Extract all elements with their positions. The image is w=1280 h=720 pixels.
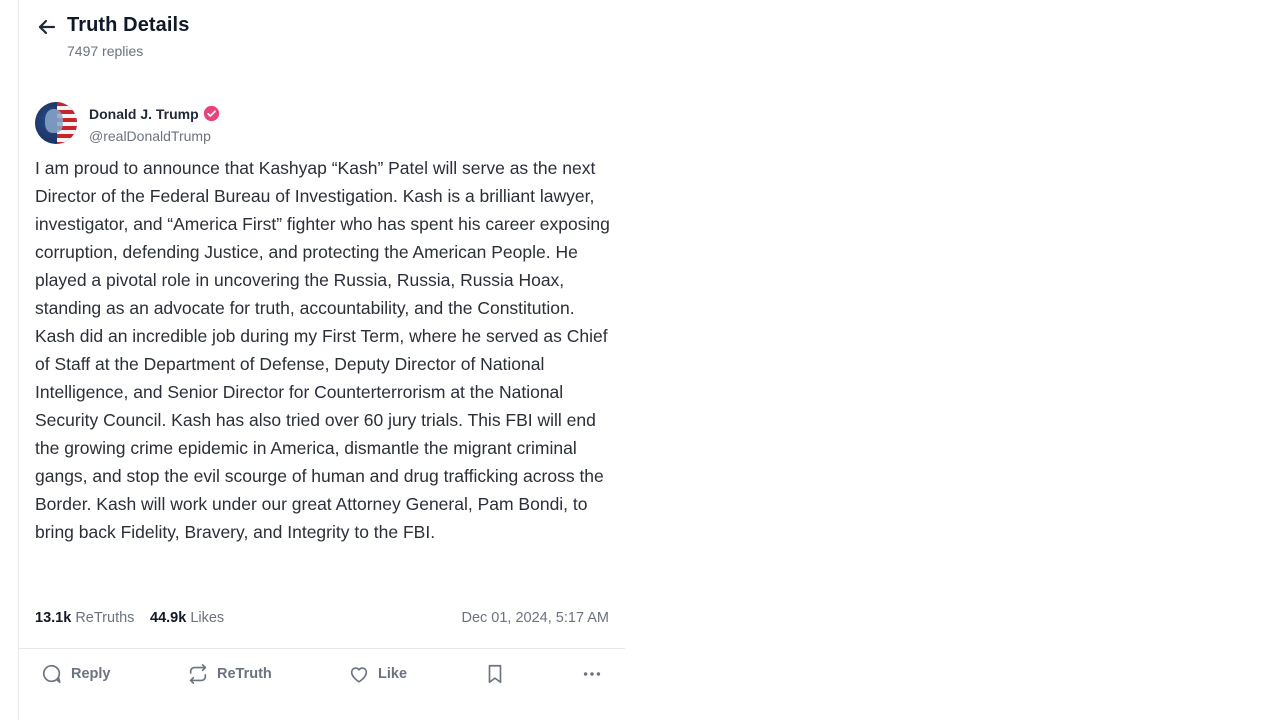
post-timestamp: Dec 01, 2024, 5:17 AM <box>461 610 609 626</box>
likes-count: 44.9k <box>150 610 187 626</box>
reply-button[interactable]: Reply <box>41 662 111 686</box>
post-body: I am proud to announce that Kashyap “Kas… <box>35 158 610 542</box>
post-actions-bar: Reply ReTruth Like <box>19 650 625 698</box>
back-button[interactable] <box>35 15 59 39</box>
avatar-portrait <box>45 109 63 133</box>
bookmark-button[interactable] <box>484 662 506 686</box>
retruths-count: 13.1k <box>35 610 72 626</box>
arrow-left-icon <box>35 15 59 39</box>
more-button[interactable] <box>581 662 603 686</box>
divider <box>19 648 625 649</box>
retruth-label: ReTruth <box>217 666 272 682</box>
retruths-stat[interactable]: 13.1k ReTruths <box>35 610 134 626</box>
post-stats: 13.1k ReTruths 44.9k Likes Dec 01, 2024,… <box>35 610 609 632</box>
avatar[interactable] <box>35 102 77 144</box>
retruths-label: ReTruths <box>75 610 135 626</box>
reply-label: Reply <box>71 666 111 682</box>
heart-icon <box>348 663 378 685</box>
reply-count: 7497 replies <box>67 43 144 59</box>
bookmark-icon <box>484 663 506 685</box>
more-horizontal-icon <box>581 663 603 685</box>
like-label: Like <box>378 666 408 682</box>
comment-icon <box>41 663 71 685</box>
author-name[interactable]: Donald J. Trump <box>89 106 199 122</box>
verified-badge-icon <box>203 105 220 122</box>
like-button[interactable]: Like <box>348 662 407 686</box>
page-title: Truth Details <box>67 14 190 36</box>
post-detail-column: Truth Details 7497 replies Donald J. Tru… <box>18 0 625 720</box>
repost-icon <box>187 663 217 685</box>
retruth-button[interactable]: ReTruth <box>187 662 272 686</box>
page-header: Truth Details 7497 replies <box>19 0 625 70</box>
author-handle[interactable]: @realDonaldTrump <box>89 128 211 144</box>
likes-label: Likes <box>190 610 225 626</box>
likes-stat[interactable]: 44.9k Likes <box>150 610 224 626</box>
